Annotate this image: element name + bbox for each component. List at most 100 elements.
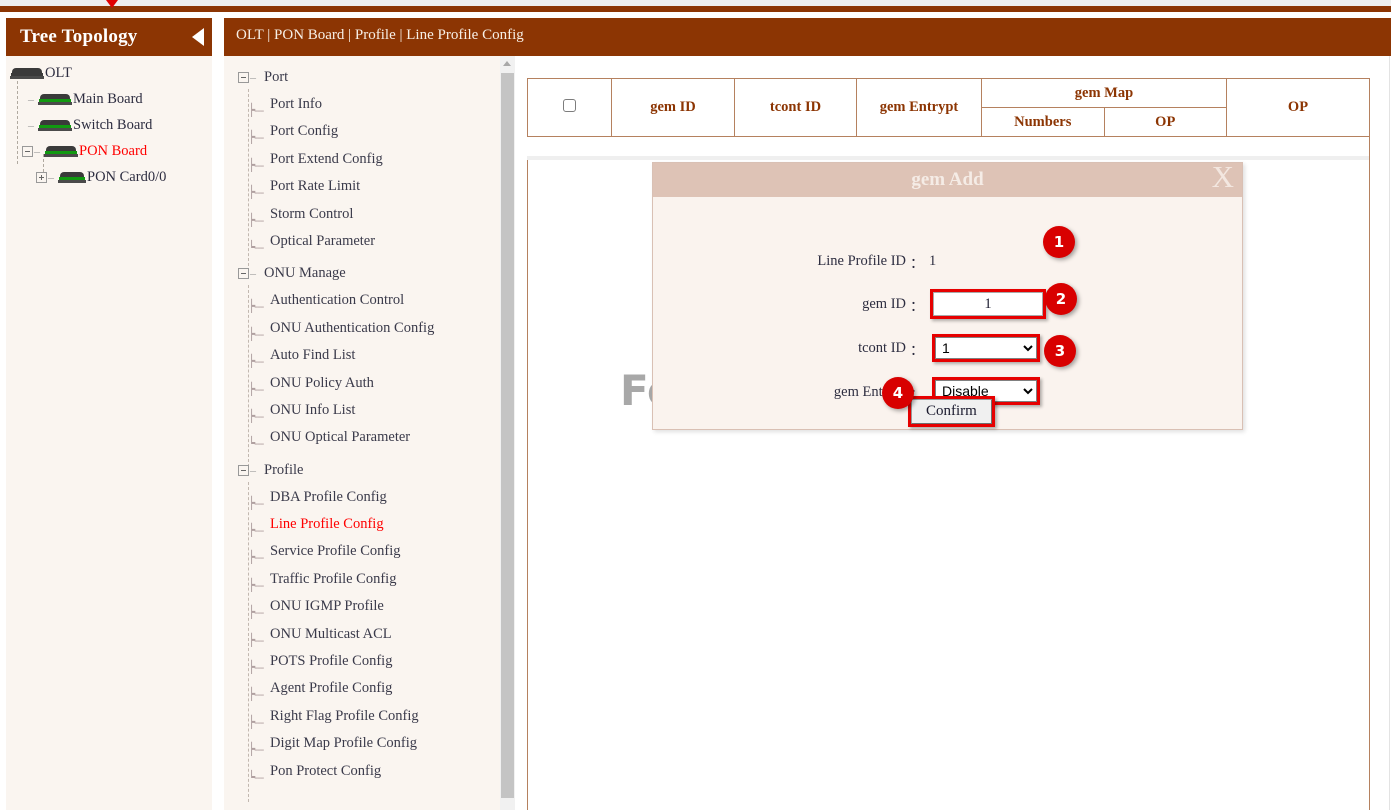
step-badge-2: 2 — [1045, 283, 1077, 315]
tree-connector: ┝--- — [248, 633, 263, 648]
dialog-title-bar: gem Add X — [653, 163, 1242, 197]
tree-connector: ┝--- — [248, 327, 263, 342]
tcont-id-label: tcont ID — [666, 340, 906, 357]
menu-item-label: Port Rate Limit — [270, 178, 360, 194]
select-all-checkbox[interactable] — [563, 99, 576, 112]
scrollbar-thumb[interactable] — [501, 73, 514, 798]
minus-box-icon[interactable] — [238, 268, 249, 279]
tcont-id-highlight: 1 — [932, 334, 1040, 362]
tree-node-label: PON Card0/0 — [87, 169, 166, 185]
tree-node-olt[interactable]: OLT — [6, 64, 212, 90]
gem-id-input[interactable] — [933, 292, 1043, 316]
menu-item-label: ONU Info List — [270, 402, 355, 418]
menu-item-line-profile-config[interactable]: ┝---Line Profile Config — [224, 515, 502, 542]
tree-connector: ┝--- — [248, 103, 263, 118]
collapse-left-arrow-icon[interactable] — [192, 28, 204, 46]
tree-topology-header: Tree Topology — [6, 18, 212, 56]
menu-item-label: ONU Policy Auth — [270, 375, 374, 391]
menu-item-storm-control[interactable]: ┝---Storm Control — [224, 205, 502, 232]
device-board-icon — [38, 94, 72, 105]
line-profile-id-value: 1 — [929, 253, 936, 270]
menu-item-dba-profile-config[interactable]: ┝--- DBA Profile Config — [224, 488, 502, 515]
table-bottom-separator — [527, 156, 1369, 160]
device-board-icon — [38, 120, 72, 131]
minus-box-icon[interactable] — [22, 146, 33, 157]
device-board-icon — [44, 146, 78, 157]
menu-item-label: ONU Authentication Config — [270, 320, 434, 336]
menu-item-pots-profile-config[interactable]: ┝---POTS Profile Config — [224, 652, 502, 679]
content-panel-right-border — [1369, 78, 1370, 810]
tree-connector: – — [48, 170, 54, 185]
menu-item-agent-profile-config[interactable]: ┝---Agent Profile Config — [224, 679, 502, 706]
menu-item-label: ONU Optical Parameter — [270, 429, 410, 445]
minus-box-icon[interactable] — [238, 72, 249, 83]
menu-item-auto-find-list[interactable]: ┝--- Auto Find List — [224, 346, 502, 373]
menu-item-authentication-control[interactable]: ┝---Authentication Control — [224, 291, 502, 318]
menu-item-service-profile-config[interactable]: ┝--- Service Profile Config — [224, 542, 502, 569]
tree-connector: ┝--- — [248, 715, 263, 730]
gem-id-label: gem ID — [666, 296, 906, 313]
menu-item-label: Right Flag Profile Config — [270, 708, 419, 724]
confirm-button[interactable]: Confirm — [911, 399, 992, 424]
step-badge-4: 4 — [882, 377, 914, 409]
tree-connector: – — [28, 118, 34, 133]
menu-item-right-flag-profile-config[interactable]: ┝--- Right Flag Profile Config — [224, 707, 502, 734]
tree-connector: – — [28, 92, 34, 107]
tree-node-label: Main Board — [73, 91, 143, 107]
menu-item-label: Service Profile Config — [270, 543, 400, 559]
tree-node-label: OLT — [45, 65, 72, 81]
tree-connector: ┝--- — [248, 605, 263, 620]
table-header-gem-map: gem Map — [982, 79, 1227, 108]
menu-item-optical-parameter[interactable]: ┕---Optical Parameter — [224, 232, 502, 259]
tree-connector: ┝--- — [248, 496, 263, 511]
menu-item-port-extend-config[interactable]: ┝---Port Extend Config — [224, 150, 502, 177]
close-x-icon[interactable]: X — [1212, 161, 1234, 192]
menu-group-profile[interactable]: – Profile — [224, 461, 502, 488]
tree-connector: ┝--- — [248, 523, 263, 538]
menu-item-label: Authentication Control — [270, 292, 404, 308]
menu-group-port[interactable]: – Port — [224, 68, 502, 95]
menu-item-pon-protect-config[interactable]: ┕---Pon Protect Config — [224, 762, 502, 789]
navigation-scrollbar[interactable] — [500, 56, 515, 810]
gem-id-highlight — [930, 289, 1046, 319]
menu-item-onu-igmp-profile[interactable]: ┝---ONU IGMP Profile — [224, 597, 502, 624]
menu-item-traffic-profile-config[interactable]: ┝---Traffic Profile Config — [224, 570, 502, 597]
menu-item-port-config[interactable]: ┝---Port Config — [224, 122, 502, 149]
menu-item-onu-info-list[interactable]: ┝---ONU Info List — [224, 401, 502, 428]
menu-item-label: Optical Parameter — [270, 233, 375, 249]
breadcrumb-header-bar: OLT | PON Board | Profile | Line Profile… — [224, 18, 1391, 56]
menu-item-port-info[interactable]: ┝---Port Info — [224, 95, 502, 122]
tree-connector: ┝--- — [248, 354, 263, 369]
menu-item-digit-map-profile-config[interactable]: ┝---Digit Map Profile Config — [224, 734, 502, 761]
menu-item-label: Auto Find List — [270, 347, 355, 363]
tcont-id-select[interactable]: 1 — [935, 337, 1037, 359]
menu-item-onu-policy-auth[interactable]: ┝---ONU Policy Auth — [224, 374, 502, 401]
plus-box-icon[interactable] — [36, 172, 47, 183]
menu-item-label: Storm Control — [270, 206, 353, 222]
tree-node-switch-board[interactable]: – Switch Board — [6, 116, 212, 142]
menu-item-onu-authentication-config[interactable]: ┝--- ONU Authentication Config — [224, 319, 502, 346]
tree-connector: ┝--- — [248, 130, 263, 145]
tree-connector: – — [250, 463, 256, 478]
gem-table: gem ID tcont ID gem Entrypt gem Map OP N… — [527, 78, 1370, 137]
dialog-body: Line Profile ID ： 1 gem ID ： tcont ID ： … — [653, 197, 1242, 429]
table-header-select-all — [528, 79, 612, 137]
menu-item-label: POTS Profile Config — [270, 653, 392, 669]
tree-node-pon-board[interactable]: – PON Board — [6, 142, 212, 168]
tree-connector: – — [34, 144, 40, 159]
minus-box-icon[interactable] — [238, 465, 249, 476]
menu-item-onu-multicast-acl[interactable]: ┝---ONU Multicast ACL — [224, 625, 502, 652]
tree-node-pon-card[interactable]: – PON Card0/0 — [6, 168, 212, 194]
menu-item-onu-optical-parameter[interactable]: ┕---ONU Optical Parameter — [224, 428, 502, 455]
menu-item-label: DBA Profile Config — [270, 489, 387, 505]
tree-connector: ┝--- — [248, 185, 263, 200]
navigation-panel: OLT | PON Board | Profile | Line Profile… — [224, 18, 515, 810]
tree-node-main-board[interactable]: – Main Board — [6, 90, 212, 116]
menu-item-port-rate-limit[interactable]: ┝--- Port Rate Limit — [224, 177, 502, 204]
tree-connector: ┝--- — [248, 550, 263, 565]
scroll-up-arrow-icon[interactable] — [500, 56, 515, 71]
menu-group-onu-manage[interactable]: – ONU Manage — [224, 264, 502, 291]
device-board-icon — [58, 172, 86, 183]
confirm-button-highlight: Confirm — [908, 396, 995, 427]
tree-topology-title: Tree Topology — [20, 26, 138, 48]
